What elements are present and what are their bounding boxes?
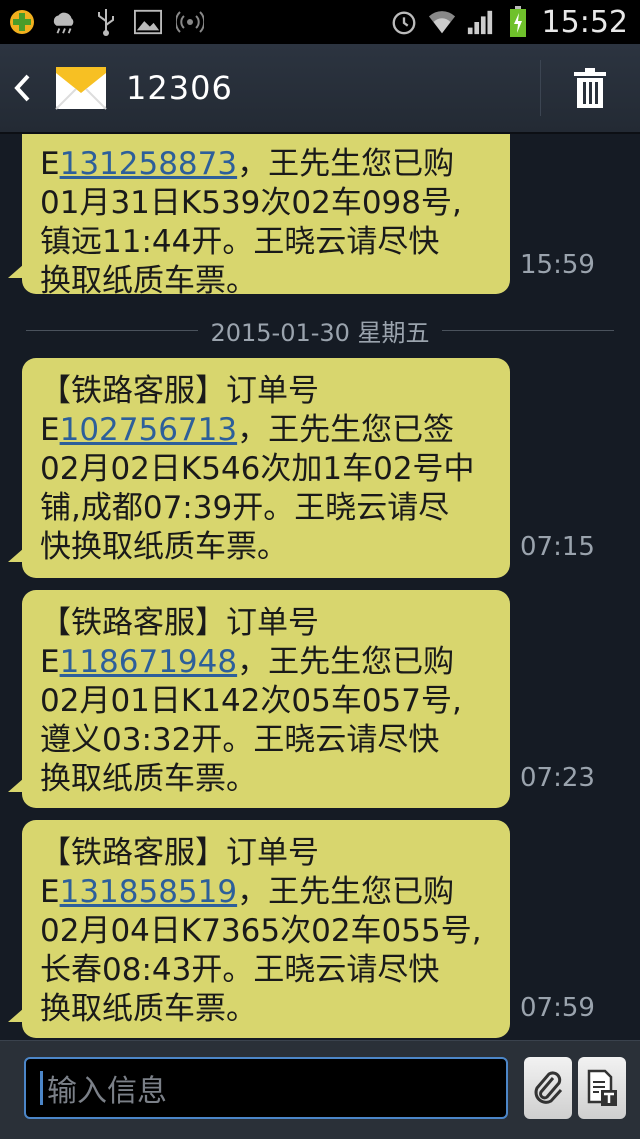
message-input-placeholder: 输入信息 [47, 1074, 167, 1109]
message-line: 遵义03:32开。王晓云请尽快 [40, 722, 440, 758]
message-line [40, 134, 492, 145]
message-line: 换取纸质车票。 [40, 263, 257, 299]
message-bubble[interactable]: 【铁路客服】订单号 E131858519，王先生您已购 02月04日K7365次… [8, 820, 510, 1038]
text-cursor [40, 1071, 43, 1105]
message-bubble[interactable]: 【铁路客服】订单号 E102756713，王先生您已签 02月02日K546次加… [8, 358, 510, 578]
order-suffix: ，王先生您已签 [237, 412, 455, 448]
delete-thread-button[interactable] [560, 60, 620, 116]
status-clock: 15:52 [541, 4, 628, 40]
weather-icon [50, 8, 78, 36]
order-number-link[interactable]: 131258873 [60, 146, 238, 182]
bubble-tail [8, 1008, 24, 1022]
message-line: 02月04日K7365次02车055号, [40, 913, 482, 949]
template-button[interactable] [578, 1057, 626, 1119]
battery-charging-icon [504, 6, 532, 37]
app-notification-icon [8, 8, 36, 36]
order-prefix: E [40, 146, 60, 182]
message-bubble[interactable]: 【铁路客服】订单号 E118671948，王先生您已购 02月01日K142次0… [8, 590, 510, 808]
date-separator: 2015-01-30 星期五 [26, 310, 615, 350]
order-suffix: ，王先生您已购 [237, 644, 455, 680]
paperclip-icon [534, 1071, 563, 1104]
back-button[interactable] [0, 44, 44, 132]
message-line: 【铁路客服】订单号 [40, 835, 319, 871]
status-bar: 15:52 [0, 0, 640, 44]
order-prefix: E [40, 874, 60, 910]
bubble-tail [8, 548, 24, 562]
message-line: 长春08:43开。王晓云请尽快 [40, 952, 440, 988]
date-separator-text: 2015-01-30 星期五 [210, 318, 430, 347]
message-line: 快换取纸质车票。 [40, 529, 288, 565]
message-time: 07:15 [520, 532, 595, 562]
alarm-icon [390, 8, 418, 36]
message-envelope-icon [54, 61, 108, 115]
message-composer: 输入信息 [0, 1040, 640, 1139]
message-line: 换取纸质车票。 [40, 761, 257, 797]
separator-line [26, 329, 199, 331]
attach-button[interactable] [524, 1057, 572, 1119]
order-prefix: E [40, 412, 60, 448]
message-time: 15:59 [520, 250, 595, 280]
message-input[interactable]: 输入信息 [24, 1057, 508, 1119]
message-line: 【铁路客服】订单号 [40, 373, 319, 409]
message-line: E131858519，王先生您已购 [40, 873, 492, 912]
trash-icon [574, 68, 606, 108]
message-line: 换取纸质车票。 [40, 991, 257, 1027]
separator-line [441, 329, 615, 331]
order-number-link[interactable]: 131858519 [60, 874, 238, 910]
message-line: 02月01日K142次05车057号, [40, 683, 462, 719]
message-line: 铺,成都07:39开。王晓云请尽 [40, 490, 450, 526]
message-line: E118671948，王先生您已购 [40, 643, 492, 682]
order-suffix: ，王先生您已购 [237, 146, 455, 182]
message-line: 镇远11:44开。王晓云请尽快 [40, 224, 440, 260]
message-bubble[interactable]: E131258873，王先生您已购 01月31日K539次02车098号, 镇远… [8, 134, 510, 299]
bubble-tail [8, 778, 24, 792]
signal-icon [466, 8, 494, 36]
message-line: E131258873，王先生您已购 [40, 145, 492, 184]
message-time: 07:23 [520, 763, 595, 793]
image-icon [134, 8, 162, 36]
contact-title: 12306 [126, 69, 233, 107]
bubble-tail [8, 264, 24, 278]
text-template-icon [587, 1069, 617, 1106]
conversation-header: 12306 [0, 44, 640, 134]
wifi-icon [428, 8, 456, 36]
message-time: 07:59 [520, 993, 595, 1023]
chevron-left-icon [14, 74, 30, 102]
order-number-link[interactable]: 102756713 [60, 412, 238, 448]
message-line: 【铁路客服】订单号 [40, 605, 319, 641]
message-line: 02月02日K546次加1车02号中 [40, 451, 475, 487]
order-number-link[interactable]: 118671948 [60, 644, 238, 680]
message-line: E102756713，王先生您已签 [40, 411, 492, 450]
usb-icon [92, 8, 120, 36]
message-line: 01月31日K539次02车098号, [40, 185, 462, 221]
order-suffix: ，王先生您已购 [237, 874, 455, 910]
order-prefix: E [40, 644, 60, 680]
message-thread[interactable]: E131258873，王先生您已购 01月31日K539次02车098号, 镇远… [0, 134, 640, 1038]
hotspot-icon [176, 8, 204, 36]
header-divider [540, 60, 541, 116]
